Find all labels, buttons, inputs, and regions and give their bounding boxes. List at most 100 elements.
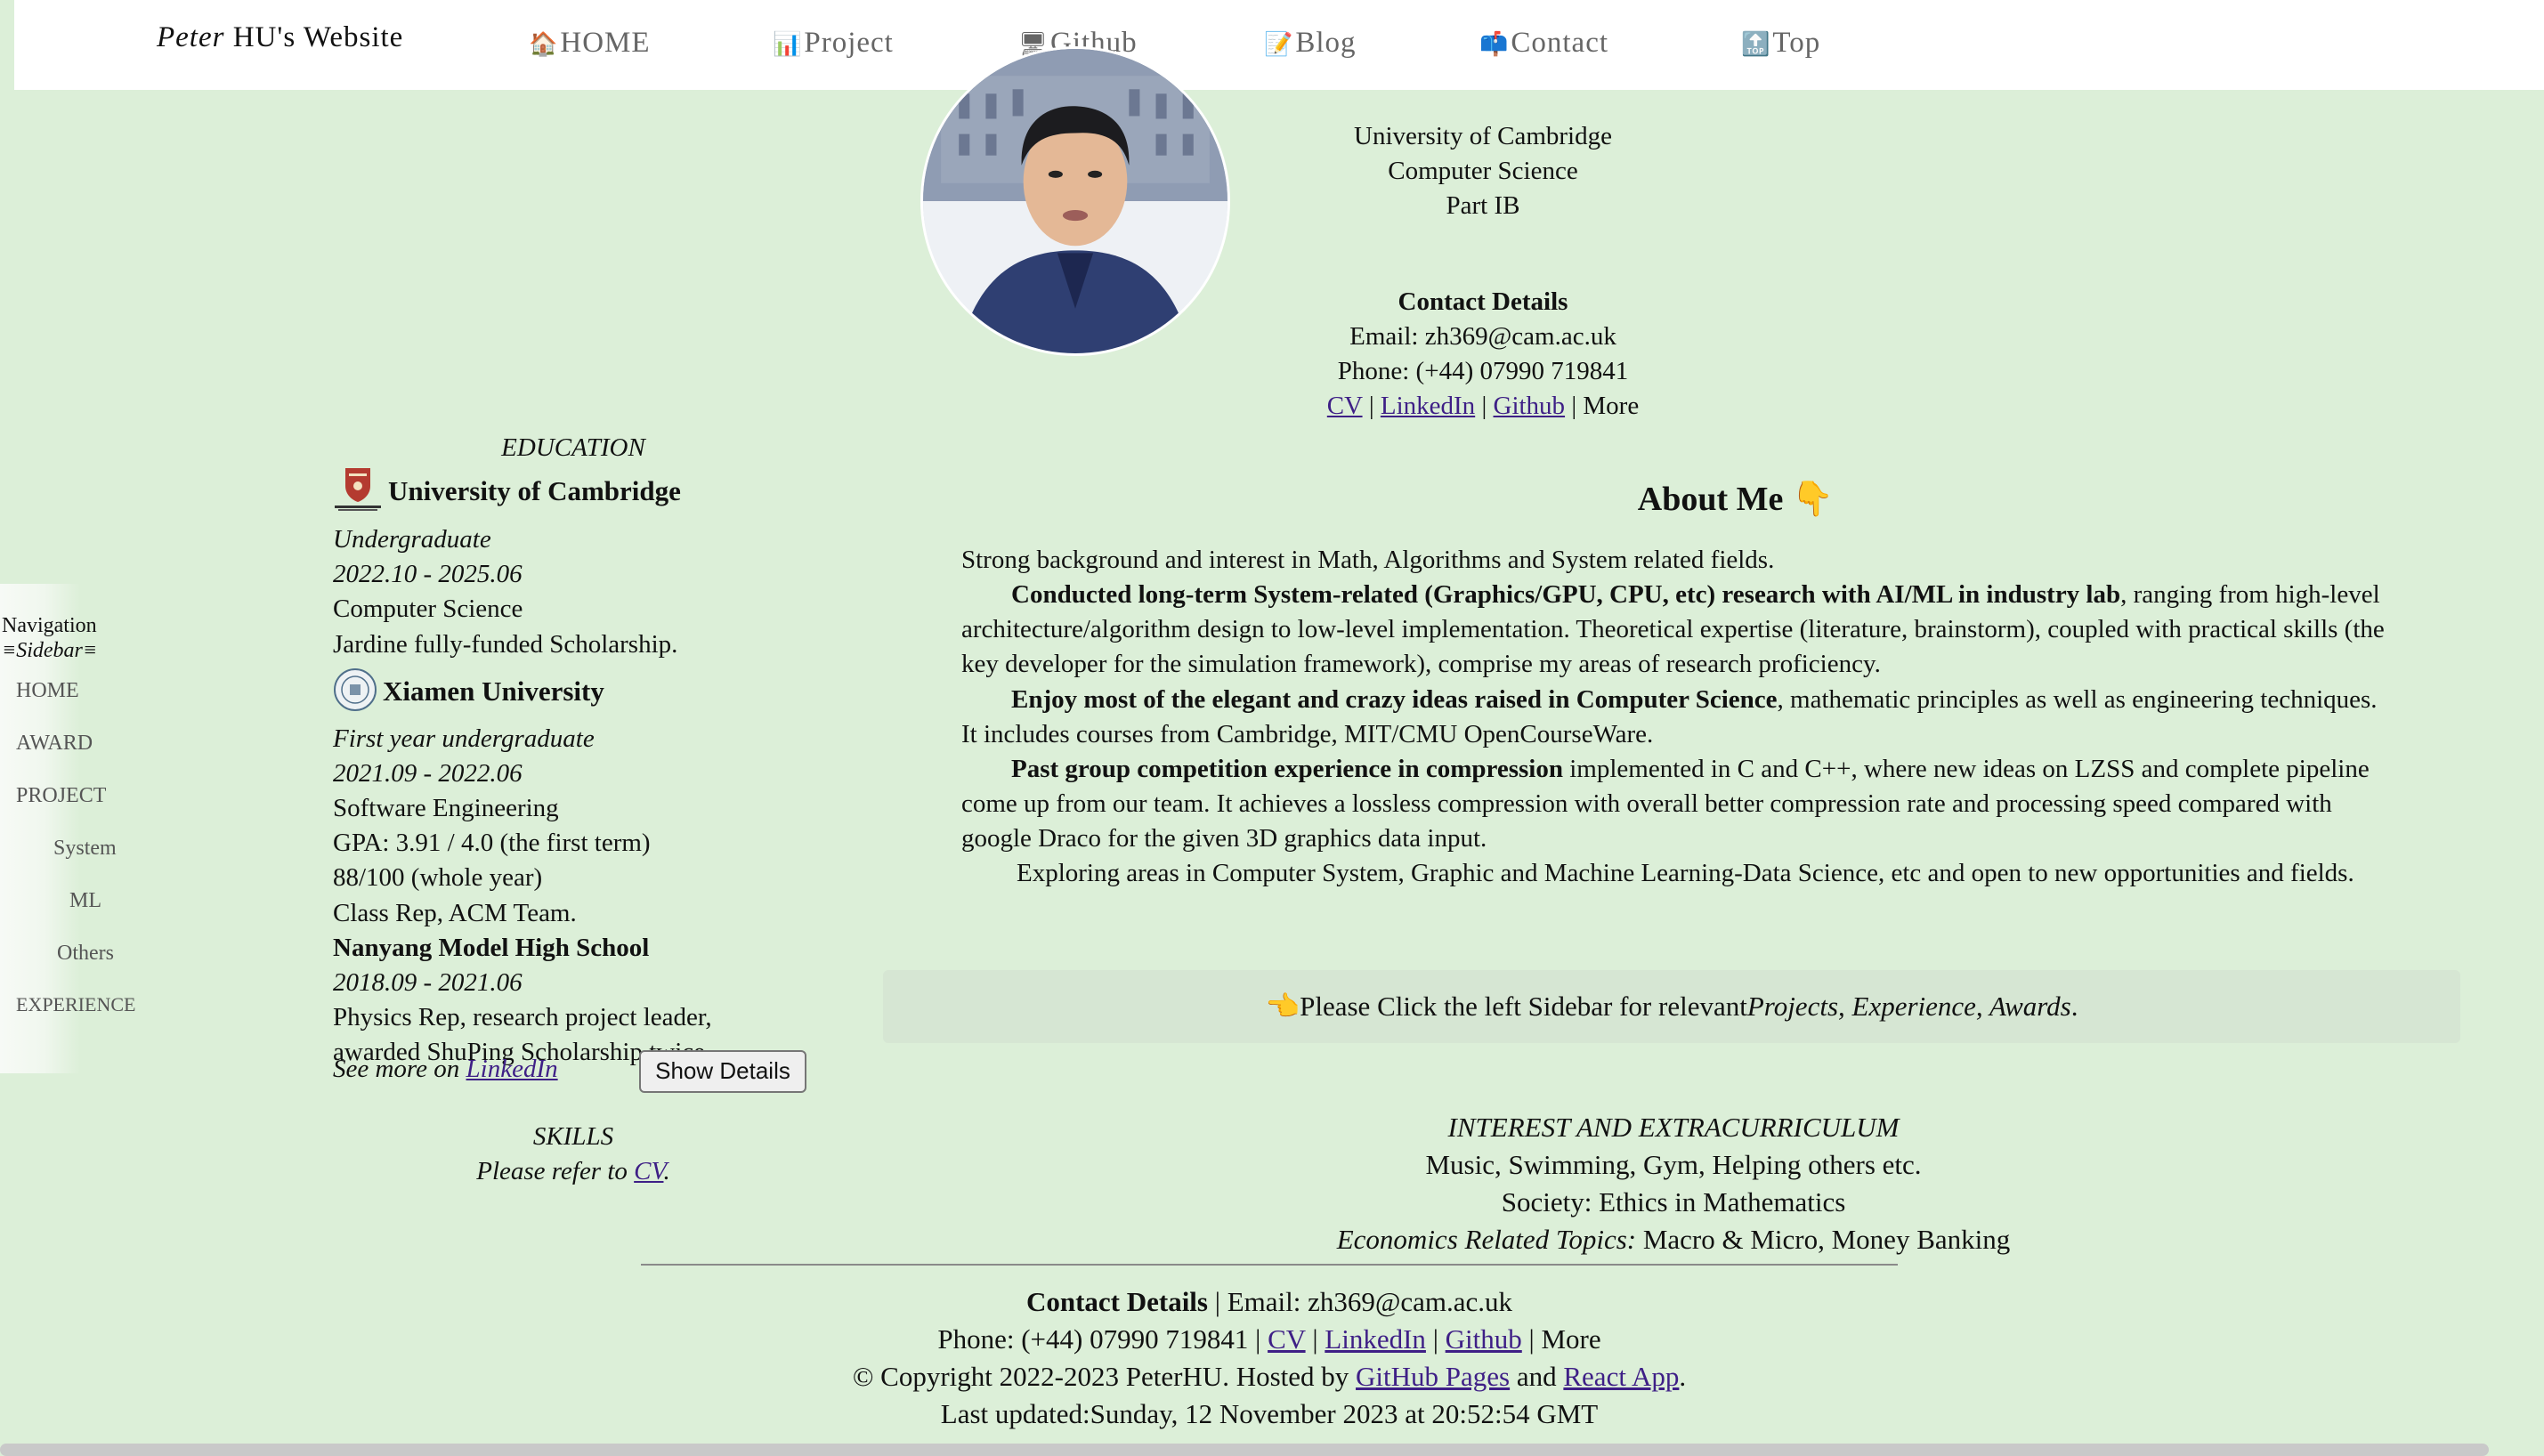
- sidebar-item-award[interactable]: AWARD: [16, 729, 93, 757]
- sidebar-item-others[interactable]: Others: [57, 939, 114, 967]
- profile-avatar: [920, 46, 1230, 356]
- cambridge-dates: 2022.10 - 2025.06: [333, 560, 523, 589]
- pointing-left-icon: 👈: [1265, 991, 1300, 1023]
- about-p2-bold: Conducted long-term System-related (Grap…: [1011, 580, 2121, 610]
- site-title-rest: HU's Website: [224, 21, 404, 53]
- footer-cv-link[interactable]: CV: [1268, 1323, 1306, 1355]
- education-heading: EDUCATION: [501, 433, 645, 462]
- skills-cv-link[interactable]: CV: [634, 1157, 663, 1185]
- react-app-link[interactable]: React App: [1563, 1361, 1679, 1392]
- interest-econ-label: Economics Related Topics:: [1336, 1223, 1637, 1255]
- nanyang-name: Nanyang Model High School: [333, 933, 650, 962]
- profile-subject: Computer Science: [1388, 157, 1578, 186]
- nav-top[interactable]: 🔝Top: [1741, 23, 1820, 63]
- skills-section: SKILLS Please refer to CV.: [333, 1120, 814, 1189]
- nav-top-label: Top: [1772, 27, 1821, 59]
- cambridge-crest-icon: [333, 466, 383, 522]
- footer: Contact Details | Email: zh369@cam.ac.uk…: [623, 1283, 1916, 1432]
- callout-italic: Projects, Experience, Awards: [1746, 991, 2071, 1023]
- xiamen-subject: Software Engineering: [333, 794, 559, 823]
- education-list: University of Cambridge Undergraduate 20…: [333, 466, 831, 1070]
- footer-period: .: [1679, 1360, 1687, 1392]
- about-p1: Strong background and interest in Math, …: [961, 546, 1775, 574]
- xiamen-score: 88/100 (whole year): [333, 863, 543, 893]
- nav-contact[interactable]: 📫Contact: [1479, 23, 1608, 63]
- github-pages-link[interactable]: GitHub Pages: [1356, 1361, 1510, 1392]
- nav-home-label: HOME: [560, 27, 651, 59]
- about-p5: Exploring areas in Computer System, Grap…: [961, 856, 2386, 891]
- sidebar-callout: 👈 Please Click the left Sidebar for rele…: [883, 970, 2460, 1043]
- sidebar-item-system[interactable]: System: [53, 834, 117, 862]
- separator: |: [1475, 392, 1494, 421]
- contact-links: CV | LinkedIn | Github | More: [1216, 389, 1750, 424]
- nanyang-note1: Physics Rep, research project leader,: [333, 1002, 712, 1031]
- cambridge-scholarship: Jardine fully-funded Scholarship.: [333, 629, 678, 659]
- cv-link[interactable]: CV: [1327, 392, 1363, 420]
- github-link[interactable]: Github: [1494, 392, 1566, 420]
- about-p4: Past group competition experience in com…: [961, 752, 2386, 856]
- see-more: See more on LinkedIn: [333, 1052, 558, 1087]
- about-content: Strong background and interest in Math, …: [961, 543, 2386, 891]
- sidebar-item-experience[interactable]: EXPERIENCE: [16, 991, 135, 1018]
- sidebar-title-line1: Navigation: [2, 614, 97, 637]
- about-p2: Conducted long-term System-related (Grap…: [961, 578, 2386, 682]
- about-heading-text: About Me: [1637, 481, 1784, 518]
- callout-text: Please Click the left Sidebar for releva…: [1300, 991, 1747, 1023]
- horizontal-scrollbar[interactable]: [0, 1444, 2489, 1456]
- avatar-photo: [923, 49, 1227, 353]
- skills-text: Please refer to: [476, 1157, 635, 1186]
- nav-home[interactable]: 🏠HOME: [529, 23, 651, 63]
- footer-contact-heading: Contact Details: [1025, 1286, 1208, 1317]
- footer-copyright: © Copyright 2022-2023 PeterHU. Hosted by: [852, 1360, 1357, 1392]
- about-p4-bold: Past group competition experience in com…: [1011, 754, 1563, 783]
- footer-divider: [641, 1264, 1898, 1266]
- about-heading: About Me 👇: [1513, 477, 1958, 522]
- top-navbar: Peter HU's Website 🏠HOME 📊Project 🖥Githu…: [14, 0, 2544, 90]
- callout-end: .: [2070, 991, 2078, 1023]
- footer-linkedin-link[interactable]: LinkedIn: [1325, 1323, 1426, 1355]
- footer-github-link[interactable]: Github: [1446, 1323, 1522, 1355]
- site-title[interactable]: Peter HU's Website: [157, 18, 403, 58]
- interest-section: INTEREST AND EXTRACURRICULUM Music, Swim…: [1228, 1109, 2119, 1258]
- see-more-linkedin-link[interactable]: LinkedIn: [466, 1055, 558, 1083]
- footer-phone: Phone: (+44) 07990 719841 |: [937, 1323, 1268, 1355]
- cambridge-subject: Computer Science: [333, 595, 523, 624]
- xiamen-roles: Class Rep, ACM Team.: [333, 898, 577, 927]
- contact-phone: Phone: (+44) 07990 719841: [1337, 357, 1629, 386]
- sidebar-item-home[interactable]: HOME: [16, 676, 79, 705]
- about-p3: Enjoy most of the elegant and crazy idea…: [961, 683, 2386, 752]
- about-p5-text: Exploring areas in Computer System, Grap…: [1017, 859, 2354, 888]
- show-details-button[interactable]: Show Details: [639, 1050, 806, 1093]
- mailbox-icon: 📫: [1479, 31, 1510, 57]
- xiamen-title: Xiamen University: [333, 667, 831, 722]
- nav-contact-label: Contact: [1511, 27, 1609, 59]
- contact-heading: Contact Details: [1398, 287, 1568, 316]
- footer-more: | More: [1521, 1323, 1601, 1355]
- nanyang-dates: 2018.09 - 2021.06: [333, 967, 523, 997]
- interest-society: Society: Ethics in Mathematics: [1501, 1185, 1846, 1217]
- nav-blog-label: Blog: [1295, 27, 1357, 59]
- nav-blog[interactable]: 📝Blog: [1264, 23, 1357, 63]
- about-p3-bold: Enjoy most of the elegant and crazy idea…: [1011, 684, 1778, 714]
- more-text: More: [1583, 392, 1640, 421]
- cambridge-degree: Undergraduate: [333, 525, 491, 554]
- footer-email: | Email: zh369@cam.ac.uk: [1207, 1286, 1513, 1317]
- nav-project[interactable]: 📊Project: [773, 23, 894, 63]
- skills-heading: SKILLS: [532, 1122, 614, 1151]
- separator: |: [1362, 392, 1381, 421]
- sidebar-title-line2: ≡Sidebar≡: [2, 638, 98, 662]
- sidebar-item-ml[interactable]: ML: [69, 886, 101, 915]
- linkedin-link[interactable]: LinkedIn: [1381, 392, 1475, 420]
- chart-icon: 📊: [773, 31, 803, 57]
- separator: |: [1565, 392, 1584, 421]
- contact-email: Email: zh369@cam.ac.uk: [1349, 322, 1616, 352]
- xiamen-gpa: GPA: 3.91 / 4.0 (the first term): [333, 829, 651, 858]
- memo-icon: 📝: [1264, 31, 1294, 57]
- sidebar-item-project[interactable]: PROJECT: [16, 781, 106, 810]
- sidebar-title: Navigation ≡Sidebar≡: [2, 614, 97, 663]
- pointing-down-icon: 👇: [1791, 481, 1835, 518]
- home-icon: 🏠: [529, 31, 559, 57]
- skills-end: .: [663, 1157, 670, 1186]
- site-title-italic: Peter: [157, 21, 225, 53]
- xiamen-seal-icon: [333, 667, 377, 722]
